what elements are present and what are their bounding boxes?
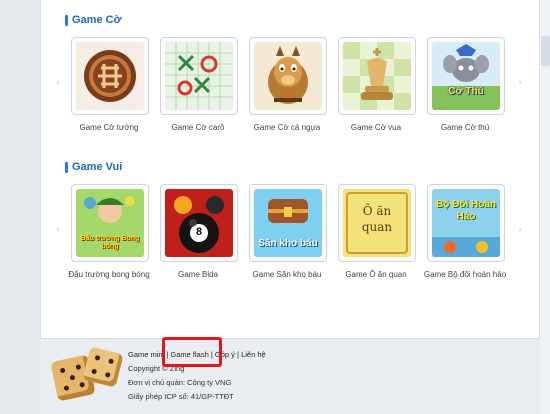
game-tile-co-vua[interactable] <box>338 37 416 115</box>
scrollbar-thumb[interactable] <box>541 36 550 66</box>
game-tile-bo-doi-hoan-hao[interactable]: Bộ Đôi Hoàn Hảo <box>427 184 505 262</box>
game-caption[interactable]: Game Cờ thú <box>420 121 510 135</box>
carousel-next-arrow-icon[interactable]: › <box>516 222 524 238</box>
carousel-prev-arrow-icon[interactable]: ‹ <box>54 222 62 238</box>
section-title-text: Game Vui <box>72 161 123 173</box>
game-flash-highlight-box <box>162 337 222 367</box>
game-tile-co-tuong[interactable] <box>71 37 149 115</box>
footer-separator: | <box>237 350 239 359</box>
game-caption[interactable]: Game Cờ tướng <box>64 121 154 135</box>
game-caption[interactable]: Game Cờ carô <box>153 121 243 135</box>
chess-king-icon <box>343 42 411 110</box>
o-an-quan-logo-text: Ô ăn quan <box>361 204 393 234</box>
o-an-quan-icon: Ô ăn quan <box>343 189 411 257</box>
game-tile-san-kho-bau[interactable]: Săn kho báu <box>249 184 327 262</box>
footer-license: Giấy phép ICP số: 41/GP-TTĐT <box>128 392 234 401</box>
footer-operator: Đơn vị chủ quản: Công ty VNG <box>128 378 232 387</box>
bo-doi-logo-text: Bộ Đôi Hoàn Hảo <box>436 199 496 222</box>
game-caption[interactable]: Đấu trường bong bóng <box>64 268 154 282</box>
game-tile-co-ca-ngua[interactable] <box>249 37 327 115</box>
dau-truong-logo-text: Đấu trường Bong bóng <box>80 235 140 250</box>
section-title-game-co: Game Cờ <box>65 13 121 27</box>
carousel-prev-arrow-icon[interactable]: ‹ <box>54 75 62 91</box>
section-title-text: Game Cờ <box>72 14 122 26</box>
game-caption[interactable]: Game Bộ đôi hoàn hảo <box>420 268 510 282</box>
xiangqi-icon <box>76 42 144 110</box>
game-tile-bida[interactable]: 8 <box>160 184 238 262</box>
game-caption[interactable]: Game Cờ cá ngựa <box>242 121 332 135</box>
dice-icon <box>50 346 124 402</box>
treasure-chest-icon: Săn kho báu <box>254 189 322 257</box>
footer-link-lien-he[interactable]: Liên hệ <box>241 350 266 359</box>
horse-icon <box>254 42 322 110</box>
billiard-ball-number: 8 <box>195 226 203 238</box>
section-title-game-vui: Game Vui <box>65 160 122 174</box>
scrollbar[interactable] <box>540 0 550 414</box>
tic-tac-toe-icon <box>165 42 233 110</box>
game-tile-co-caro[interactable] <box>160 37 238 115</box>
carousel-next-arrow-icon[interactable]: › <box>516 75 524 91</box>
animal-chess-icon: Cờ Thú <box>432 42 500 110</box>
game-tile-co-thu[interactable]: Cờ Thú <box>427 37 505 115</box>
game-tile-dau-truong-bong-bong[interactable]: Đấu trường Bong bóng <box>71 184 149 262</box>
game-caption[interactable]: Game Săn kho báu <box>242 268 332 282</box>
perfect-pair-icon: Bộ Đôi Hoàn Hảo <box>432 189 500 257</box>
footer-link-game-mini[interactable]: Game mini <box>128 350 164 359</box>
billiard-ball-icon: 8 <box>165 189 233 257</box>
game-caption[interactable]: Game Cờ vua <box>331 121 421 135</box>
game-tile-o-an-quan[interactable]: Ô ăn quan <box>338 184 416 262</box>
co-thu-logo-text: Cờ Thú <box>448 86 484 97</box>
bubble-arena-icon: Đấu trường Bong bóng <box>76 189 144 257</box>
san-kho-bau-logo-text: Săn kho báu <box>258 238 318 249</box>
section-marker-icon <box>65 14 68 26</box>
section-marker-icon <box>65 161 68 173</box>
game-caption[interactable]: Game Bida <box>153 268 243 282</box>
game-caption[interactable]: Game Ô ăn quan <box>331 268 421 282</box>
